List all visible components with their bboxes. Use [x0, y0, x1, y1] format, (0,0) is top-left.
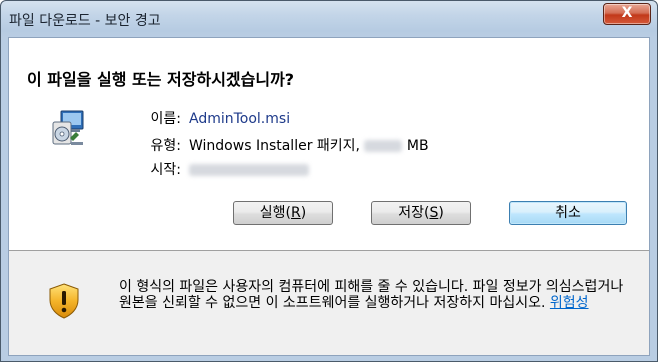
file-size-unit: MB — [406, 138, 429, 154]
type-label: 유형: — [150, 138, 181, 154]
save-mnemonic: S — [429, 205, 439, 221]
dialog-question: 이 파일을 실행 또는 저장하시겠습니까? — [27, 70, 295, 89]
warning-message: 이 형식의 파일은 사용자의 컴퓨터에 피해를 줄 수 있습니다. 파일 정보가… — [119, 279, 639, 311]
risk-link[interactable]: 위험성 — [550, 295, 589, 311]
dialog-body: 이 파일을 실행 또는 저장하시겠습니까? 이름: AdminTool.msi 유… — [8, 37, 650, 356]
name-label: 이름: — [150, 111, 181, 127]
run-close: ) — [300, 205, 307, 221]
file-name-value: AdminTool.msi — [189, 111, 291, 127]
redacted-size — [364, 140, 403, 152]
save-label: 저장( — [398, 205, 430, 221]
file-type-value: Windows Installer 패키지, MB — [189, 135, 429, 155]
file-type-prefix: Windows Installer 패키지, — [189, 138, 360, 154]
cancel-button[interactable]: 취소 — [509, 201, 627, 225]
run-mnemonic: R — [291, 205, 301, 221]
warning-text: 이 형식의 파일은 사용자의 컴퓨터에 피해를 줄 수 있습니다. 파일 정보가… — [119, 279, 624, 311]
warning-footer: 이 형식의 파일은 사용자의 컴퓨터에 피해를 줄 수 있습니다. 파일 정보가… — [9, 251, 649, 355]
msi-installer-icon — [52, 110, 84, 145]
info-row-source: 시작: — [109, 159, 569, 178]
source-value — [189, 162, 309, 178]
save-button[interactable]: 저장(S) — [371, 201, 471, 225]
close-icon: X — [621, 5, 633, 21]
info-row-type: 유형: Windows Installer 패키지, MB — [109, 135, 569, 155]
security-warning-window: 파일 다운로드 - 보안 경고 X 이 파일을 실행 또는 저장하시겠습니까? … — [0, 0, 658, 362]
window-title: 파일 다운로드 - 보안 경고 — [9, 13, 161, 29]
title-bar[interactable]: 파일 다운로드 - 보안 경고 X — [1, 1, 657, 37]
close-button[interactable]: X — [603, 3, 651, 25]
info-row-name: 이름: AdminTool.msi — [109, 108, 569, 127]
run-label: 실행( — [259, 205, 292, 221]
redacted-source — [189, 164, 309, 176]
run-button[interactable]: 실행(R) — [233, 201, 333, 225]
security-shield-icon — [49, 283, 79, 319]
source-label: 시작: — [150, 162, 181, 178]
save-close: ) — [438, 205, 444, 221]
